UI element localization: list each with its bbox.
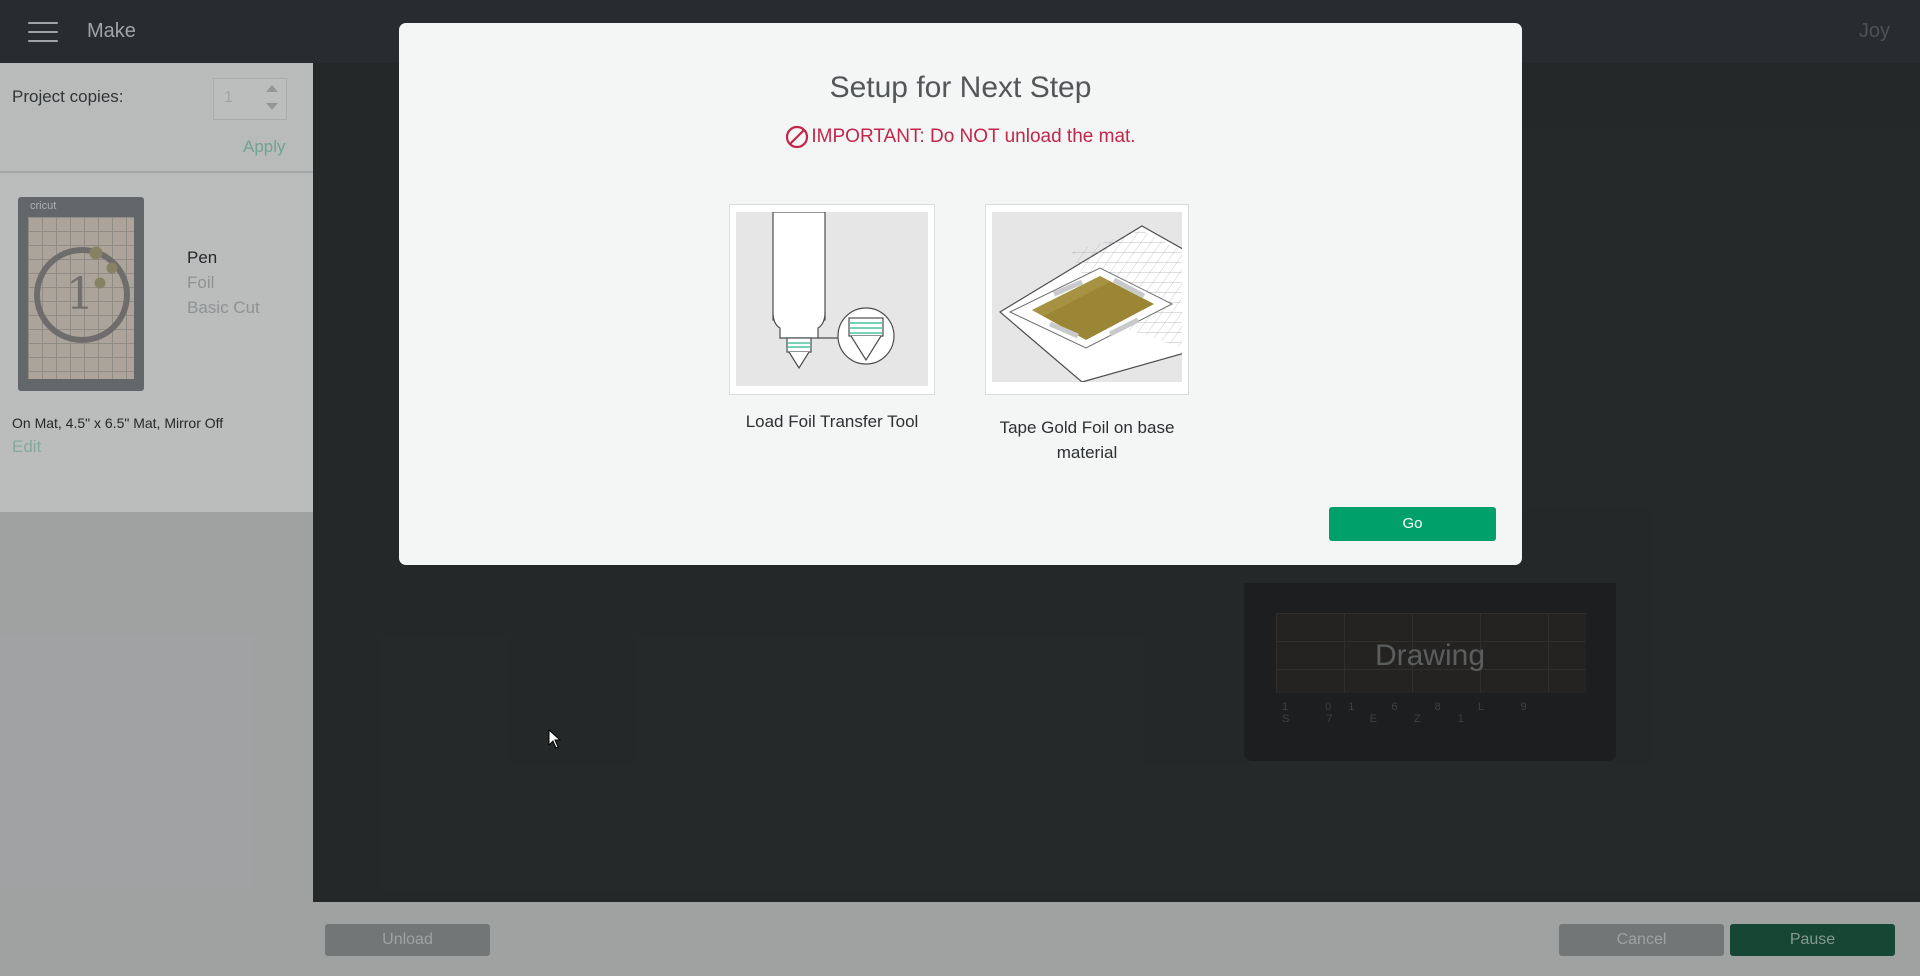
gold-foil-mat-illustration (992, 212, 1182, 382)
setup-next-step-dialog: Setup for Next Step IMPORTANT: Do NOT un… (399, 23, 1522, 565)
mouse-cursor-icon (548, 729, 562, 749)
step-label-foil-tool: Load Foil Transfer Tool (745, 412, 919, 431)
warning-message: IMPORTANT: Do NOT unload the mat. (399, 125, 1522, 149)
warning-text: IMPORTANT: Do NOT unload the mat. (811, 126, 1136, 147)
dialog-title: Setup for Next Step (829, 71, 1092, 104)
foil-transfer-tool-illustration (736, 212, 928, 386)
step-card-foil-tool (729, 204, 935, 395)
step-label-gold-foil: Tape Gold Foil on base material (999, 418, 1175, 462)
go-button[interactable]: Go (1329, 507, 1496, 541)
step-card-gold-foil (985, 204, 1189, 395)
prohibited-icon (786, 125, 809, 149)
